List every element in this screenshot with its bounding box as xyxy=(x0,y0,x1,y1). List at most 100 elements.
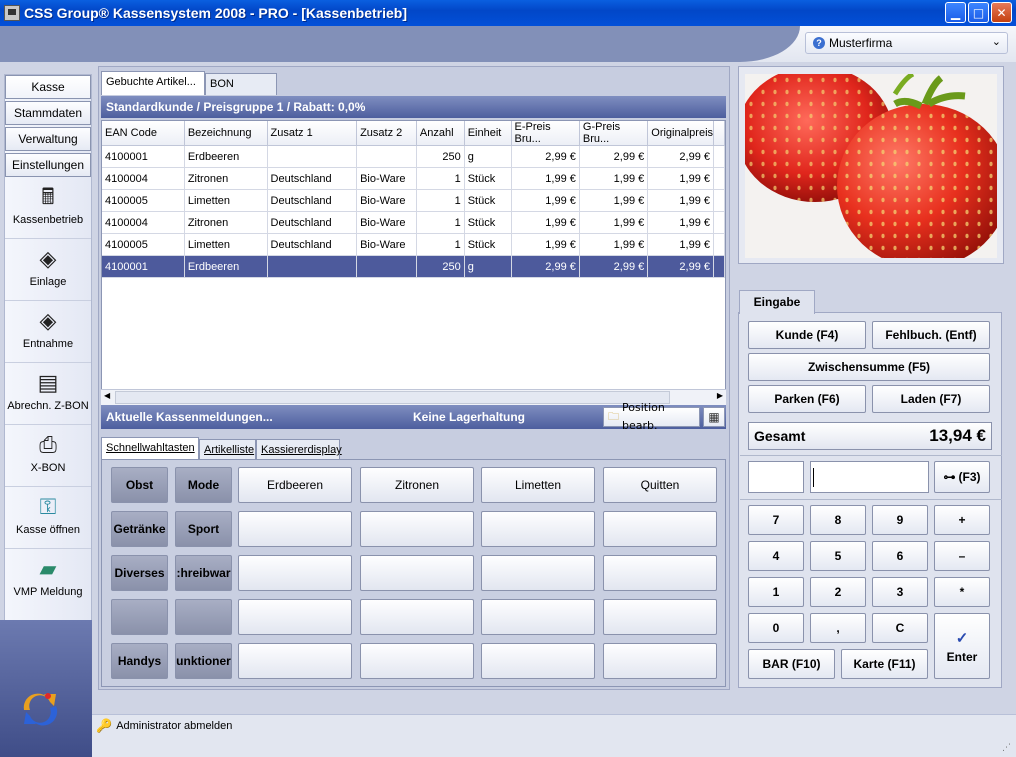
keypad-key[interactable]: + xyxy=(934,505,990,535)
keypad-key[interactable]: 1 xyxy=(748,577,804,607)
item-quitten[interactable]: Quitten xyxy=(603,467,717,503)
resize-grip-icon[interactable]: ⋰ xyxy=(1002,743,1014,755)
quick-item-empty[interactable] xyxy=(481,511,595,547)
nav-item-entnahme[interactable]: ◈ Entnahme xyxy=(5,307,91,363)
table-row[interactable]: 4100004 Zitronen Deutschland Bio-Ware 1 Stück… xyxy=(102,211,725,234)
tab-kassiererdisplay[interactable]: Kassiererdisplay xyxy=(256,439,342,461)
table-row[interactable]: 4100001 Erdbeeren 250 g 2,99 €2,99 €2,99 € xyxy=(102,255,725,278)
customer-button[interactable]: Kunde (F4) xyxy=(748,321,866,349)
column-header[interactable]: EAN Code xyxy=(102,121,185,146)
nav-item-abrechn-z-bon[interactable]: ▤ Abrechn. Z-BON xyxy=(5,369,91,425)
column-header[interactable]: E-Preis Bru... xyxy=(511,121,580,146)
category-getraenke[interactable]: Getränke xyxy=(111,511,168,547)
quick-item-empty[interactable] xyxy=(360,599,474,635)
keypad-key[interactable]: C xyxy=(872,613,928,643)
category-handys[interactable]: Handys xyxy=(111,643,168,679)
nav-tab-verwaltung[interactable]: Verwaltung xyxy=(5,127,91,151)
quick-item-empty[interactable] xyxy=(360,511,474,547)
nav-item-vmp-meldung[interactable]: ▰ VMP Meldung xyxy=(5,555,91,611)
nav-tab-kasse[interactable]: Kasse xyxy=(5,75,91,99)
close-button[interactable]: ✕ xyxy=(991,2,1012,23)
company-select[interactable]: ? Musterfirma ⌄ xyxy=(805,32,1008,54)
quick-item-empty[interactable] xyxy=(238,643,352,679)
scroll-right-icon[interactable]: ▶ xyxy=(717,391,723,400)
keypad-key[interactable]: 7 xyxy=(748,505,804,535)
nav-item-kasse-oeffnen[interactable]: ⚿ Kasse öffnen xyxy=(5,493,91,549)
scroll-left-icon[interactable]: ◀ xyxy=(104,391,110,400)
barcode-input[interactable] xyxy=(810,461,929,493)
table-row[interactable]: 4100004 Zitronen Deutschland Bio-Ware 1 Stück… xyxy=(102,167,725,190)
quick-item-empty[interactable] xyxy=(238,555,352,591)
item-limetten[interactable]: Limetten xyxy=(481,467,595,503)
item-zitronen[interactable]: Zitronen xyxy=(360,467,474,503)
scroll-thumb[interactable] xyxy=(115,391,670,404)
keypad-key[interactable]: – xyxy=(934,541,990,571)
tab-artikelliste[interactable]: Artikelliste xyxy=(199,439,256,461)
keypad-key[interactable]: 0 xyxy=(748,613,804,643)
keypad-key[interactable]: 5 xyxy=(810,541,866,571)
keypad-key[interactable]: , xyxy=(810,613,866,643)
quantity-input[interactable] xyxy=(748,461,804,493)
tab-schnellwahltasten[interactable]: Schnellwahltasten xyxy=(101,437,199,461)
keypad-key[interactable]: 9 xyxy=(872,505,928,535)
table-row[interactable]: 4100001 Erdbeeren 250 g 2,99 €2,99 €2,99 € xyxy=(102,145,725,168)
keypad-key[interactable]: 4 xyxy=(748,541,804,571)
quick-item-empty[interactable] xyxy=(238,599,352,635)
quick-item-empty[interactable] xyxy=(481,555,595,591)
edit-position-button[interactable]: 🗀 Position bearb. xyxy=(603,401,700,432)
enter-button[interactable]: ✓ Enter xyxy=(934,613,990,679)
column-header[interactable]: Einheit xyxy=(464,121,512,146)
quick-item-empty[interactable] xyxy=(603,555,717,591)
category-empty-2[interactable] xyxy=(175,599,232,635)
keypad-key[interactable]: 3 xyxy=(872,577,928,607)
column-header[interactable]: Zusatz 1 xyxy=(267,121,358,146)
category-sport[interactable]: Sport xyxy=(175,511,232,547)
nav-item-kassenbetrieb[interactable]: 🖩 Kassenbetrieb xyxy=(5,183,91,239)
item-erdbeeren[interactable]: Erdbeeren xyxy=(238,467,352,503)
category-mode[interactable]: Mode xyxy=(175,467,232,503)
keypad-key[interactable]: * xyxy=(934,577,990,607)
quick-item-empty[interactable] xyxy=(603,599,717,635)
minimize-button[interactable]: ▁ xyxy=(945,2,966,23)
quick-item-empty[interactable] xyxy=(481,643,595,679)
column-header[interactable]: Bezeichnung xyxy=(184,121,268,146)
column-header[interactable]: G-Preis Bru... xyxy=(579,121,649,146)
tab-gebuchte-artikel[interactable]: Gebuchte Artikel... xyxy=(101,71,205,95)
load-button[interactable]: Laden (F7) xyxy=(872,385,990,413)
nav-tab-stammdaten[interactable]: Stammdaten xyxy=(5,101,91,125)
subtotal-button[interactable]: Zwischensumme (F5) xyxy=(748,353,990,381)
category-schreibwaren[interactable]: :hreibwar xyxy=(175,555,232,591)
quick-item-empty[interactable] xyxy=(603,511,717,547)
table-row[interactable]: 4100005 Limetten Deutschland Bio-Ware 1 Stück… xyxy=(102,233,725,256)
quick-item-empty[interactable] xyxy=(360,555,474,591)
booked-items-grid[interactable]: EAN Code Bezeichnung Zusatz 1 Zusatz 2 Anzah… xyxy=(101,120,726,406)
category-empty-1[interactable] xyxy=(111,599,168,635)
column-header[interactable]: Zusatz 2 xyxy=(356,121,417,146)
column-header[interactable]: Originalpreis xyxy=(647,121,715,146)
tab-bon-journal[interactable]: BON Jornal... xyxy=(205,73,277,110)
park-button[interactable]: Parken (F6) xyxy=(748,385,866,413)
keypad-key[interactable]: 8 xyxy=(810,505,866,535)
category-funktionen[interactable]: unktioner xyxy=(175,643,232,679)
quick-item-empty[interactable] xyxy=(603,643,717,679)
cash-payment-button[interactable]: BAR (F10) xyxy=(748,649,835,679)
logout-link[interactable]: 🔑 Administrator abmelden xyxy=(96,718,232,734)
quick-item-empty[interactable] xyxy=(238,511,352,547)
keypad-key[interactable]: 6 xyxy=(872,541,928,571)
maximize-button[interactable]: □ xyxy=(968,2,989,23)
search-button[interactable]: ⊶ (F3) xyxy=(934,461,990,493)
nav-item-einlage[interactable]: ◈ Einlage xyxy=(5,245,91,301)
quick-item-empty[interactable] xyxy=(481,599,595,635)
keypad-key[interactable]: 2 xyxy=(810,577,866,607)
tab-eingabe[interactable]: Eingabe xyxy=(739,290,815,314)
category-diverses[interactable]: Diverses xyxy=(111,555,168,591)
nav-item-x-bon[interactable]: ⎙ X-BON xyxy=(5,431,91,487)
card-payment-button[interactable]: Karte (F11) xyxy=(841,649,928,679)
calendar-button[interactable]: ▦ xyxy=(703,407,725,427)
quick-item-empty[interactable] xyxy=(360,643,474,679)
void-button[interactable]: Fehlbuch. (Entf) xyxy=(872,321,990,349)
table-row[interactable]: 4100005 Limetten Deutschland Bio-Ware 1 Stück… xyxy=(102,189,725,212)
category-obst[interactable]: Obst xyxy=(111,467,168,503)
column-header[interactable]: Anzahl xyxy=(416,121,465,146)
nav-tab-einstellungen[interactable]: Einstellungen xyxy=(5,153,91,177)
